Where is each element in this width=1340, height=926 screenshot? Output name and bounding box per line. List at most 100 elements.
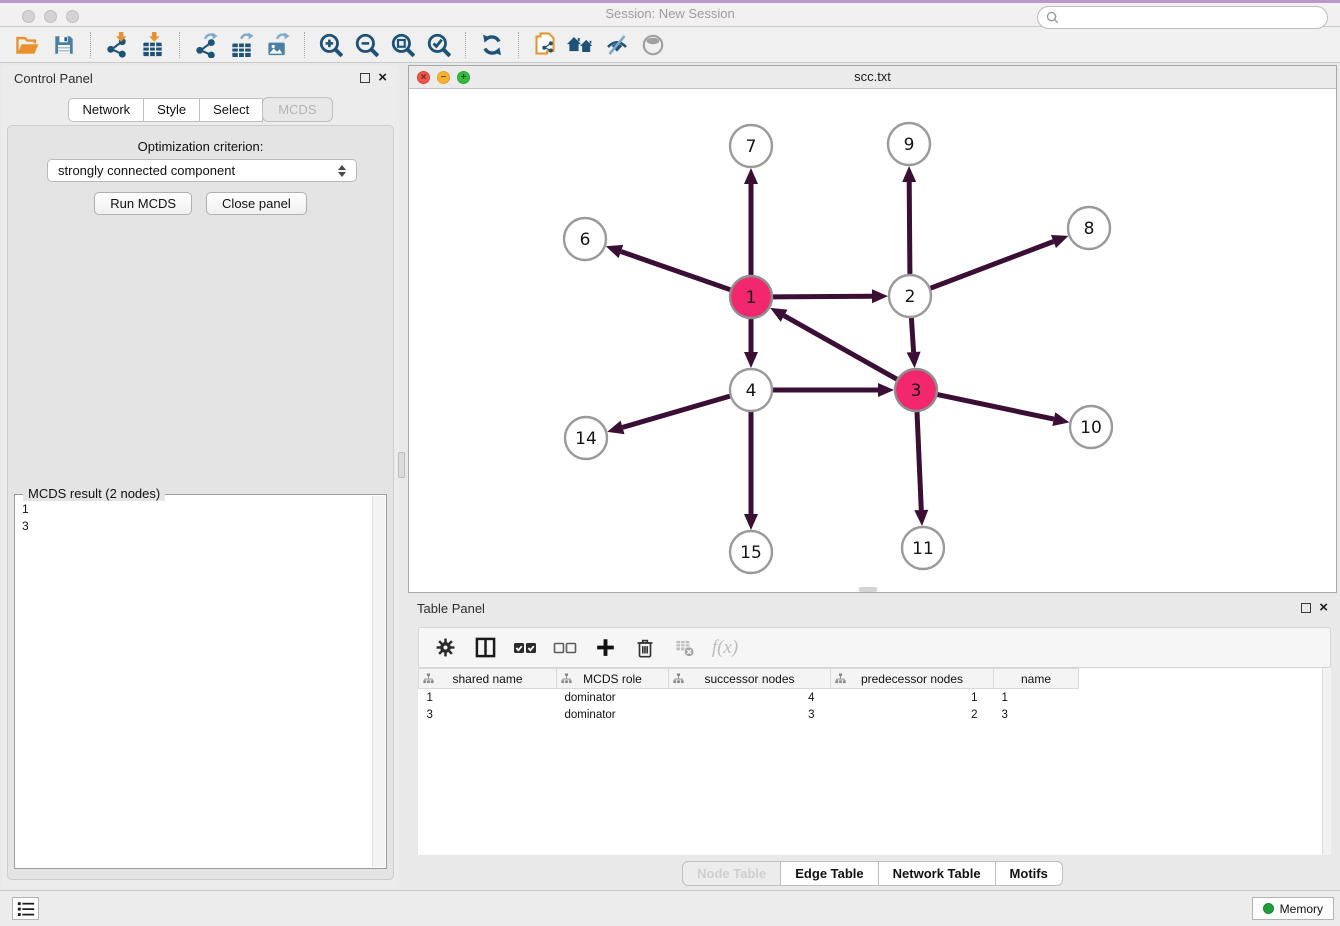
edge-4-14[interactable] — [623, 396, 730, 427]
duplicate-network-icon[interactable] — [527, 30, 563, 60]
graph-node-4[interactable]: 4 — [730, 369, 772, 411]
export-image-icon[interactable] — [260, 30, 296, 60]
cell-predecessor-nodes[interactable]: 2 — [831, 706, 994, 723]
delete-columns-icon[interactable] — [629, 633, 661, 663]
svg-text:15: 15 — [740, 543, 762, 563]
table-row[interactable]: 3dominator323 — [419, 706, 1332, 723]
search-input[interactable] — [1064, 11, 1319, 25]
table-tab-network-table[interactable]: Network Table — [878, 861, 996, 886]
show-columns-icon[interactable] — [469, 633, 501, 663]
graph-node-9[interactable]: 9 — [888, 123, 930, 165]
edge-3-11[interactable] — [917, 412, 921, 510]
edge-1-6[interactable] — [621, 252, 730, 290]
column-header-name[interactable]: name — [994, 669, 1079, 689]
horizontal-scrollbar[interactable] — [859, 587, 877, 592]
tab-network[interactable]: Network — [68, 98, 144, 122]
edge-1-2[interactable] — [773, 296, 872, 297]
table-vertical-scrollbar[interactable] — [1322, 668, 1331, 855]
graph-node-10[interactable]: 10 — [1070, 406, 1112, 448]
cell-MCDS-role[interactable]: dominator — [557, 689, 669, 706]
tab-mcds[interactable]: MCDS — [262, 97, 332, 122]
graph-node-2[interactable]: 2 — [889, 275, 931, 317]
graph-node-8[interactable]: 8 — [1068, 207, 1110, 249]
export-table-icon[interactable] — [224, 30, 260, 60]
cell-predecessor-nodes[interactable]: 1 — [831, 689, 994, 706]
window-controls[interactable] — [22, 10, 79, 23]
close-panel-button[interactable]: Close panel — [206, 192, 307, 215]
search-box[interactable] — [1037, 6, 1328, 29]
edge-2-3[interactable] — [911, 318, 913, 352]
select-all-columns-icon[interactable] — [509, 633, 541, 663]
edge-3-1[interactable] — [784, 316, 897, 380]
cell-MCDS-role[interactable]: dominator — [557, 706, 669, 723]
cell-name[interactable]: 1 — [994, 689, 1079, 706]
memory-button[interactable]: Memory — [1252, 897, 1334, 920]
zoom-fit-icon[interactable] — [385, 30, 421, 60]
close-window-icon[interactable] — [22, 10, 35, 23]
mcds-result-list[interactable]: 13 — [15, 495, 386, 535]
network-canvas[interactable]: 7 9 6 8 1 2 4 3 14 10 15 11 — [409, 89, 1336, 592]
float-table-panel-icon[interactable] — [1301, 603, 1311, 613]
refresh-layout-icon[interactable] — [474, 30, 510, 60]
minimize-window-icon[interactable] — [44, 10, 57, 23]
close-table-panel-icon[interactable] — [1319, 603, 1328, 613]
table-row[interactable]: 1dominator411 — [419, 689, 1332, 706]
open-session-icon[interactable] — [10, 30, 46, 60]
cell-name[interactable]: 3 — [994, 706, 1079, 723]
svg-text:7: 7 — [746, 137, 757, 157]
column-header-MCDS-role[interactable]: MCDS role — [557, 669, 669, 689]
graph-node-7[interactable]: 7 — [730, 125, 772, 167]
edge-3-10[interactable] — [938, 395, 1054, 420]
column-header-predecessor-nodes[interactable]: predecessor nodes — [831, 669, 994, 689]
cell-successor-nodes[interactable]: 4 — [669, 689, 831, 706]
zoom-in-icon[interactable] — [313, 30, 349, 60]
unselect-all-columns-icon[interactable] — [549, 633, 581, 663]
edge-2-8[interactable] — [931, 242, 1054, 289]
run-mcds-button[interactable]: Run MCDS — [94, 192, 192, 215]
graph-node-1[interactable]: 1 — [730, 276, 772, 318]
column-header-shared-name[interactable]: shared name — [419, 669, 557, 689]
table-tab-node-table[interactable]: Node Table — [682, 861, 781, 886]
import-network-icon[interactable] — [99, 30, 135, 60]
mcds-result-node[interactable]: 3 — [22, 518, 386, 535]
export-network-icon[interactable] — [188, 30, 224, 60]
close-view-icon[interactable] — [417, 71, 430, 84]
result-scrollbar[interactable] — [372, 496, 385, 867]
zoom-out-icon[interactable] — [349, 30, 385, 60]
graph-node-15[interactable]: 15 — [730, 531, 772, 573]
mcds-result-node[interactable]: 1 — [22, 501, 386, 518]
function-builder-icon: f(x) — [709, 633, 741, 663]
network-window: scc.txt 7968124314101511 — [408, 65, 1337, 593]
graph-node-6[interactable]: 6 — [564, 218, 606, 260]
tab-style[interactable]: Style — [143, 98, 200, 122]
svg-text:8: 8 — [1084, 219, 1095, 239]
table-tab-edge-table[interactable]: Edge Table — [780, 861, 878, 886]
network-overview-icon[interactable] — [563, 30, 599, 60]
close-panel-icon[interactable] — [378, 73, 387, 83]
minimize-view-icon[interactable] — [437, 71, 450, 84]
task-history-button[interactable] — [12, 897, 39, 920]
cell-shared-name[interactable]: 3 — [419, 706, 557, 723]
svg-text:3: 3 — [911, 381, 922, 401]
show-hide-details-icon[interactable] — [599, 30, 635, 60]
maximize-view-icon[interactable] — [457, 71, 470, 84]
save-session-icon[interactable] — [46, 30, 82, 60]
graph-node-14[interactable]: 14 — [565, 417, 607, 459]
graph-node-3[interactable]: 3 — [895, 369, 937, 411]
import-table-icon[interactable] — [135, 30, 171, 60]
zoom-selected-icon[interactable] — [421, 30, 457, 60]
criterion-select-value: strongly connected component — [58, 163, 235, 178]
panel-splitter-handle[interactable] — [398, 452, 405, 478]
column-header-successor-nodes[interactable]: successor nodes — [669, 669, 831, 689]
zoom-window-icon[interactable] — [66, 10, 79, 23]
cell-shared-name[interactable]: 1 — [419, 689, 557, 706]
edge-2-9[interactable] — [909, 182, 910, 274]
table-settings-icon[interactable] — [429, 633, 461, 663]
tab-select[interactable]: Select — [199, 98, 263, 122]
graph-node-11[interactable]: 11 — [902, 527, 944, 569]
float-panel-icon[interactable] — [360, 73, 370, 83]
table-tab-motifs[interactable]: Motifs — [995, 861, 1063, 886]
criterion-select[interactable]: strongly connected component — [47, 159, 357, 182]
add-column-icon[interactable] — [589, 633, 621, 663]
cell-successor-nodes[interactable]: 3 — [669, 706, 831, 723]
